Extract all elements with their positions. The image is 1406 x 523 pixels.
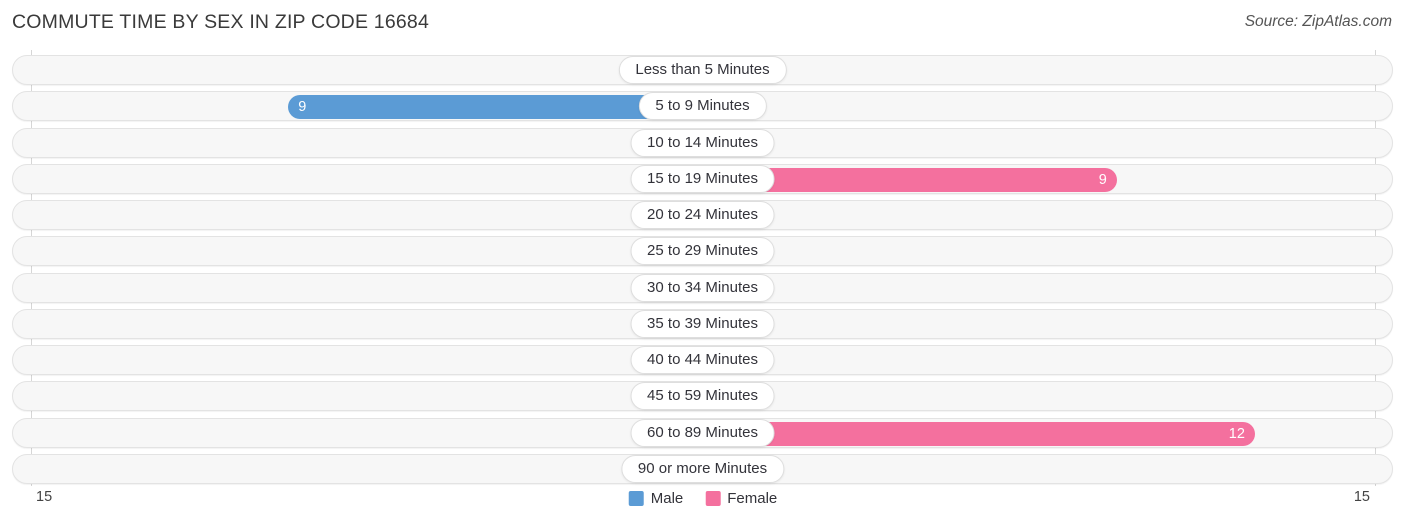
category-label: Less than 5 Minutes xyxy=(618,56,787,84)
bar-track: 01260 to 89 Minutes xyxy=(12,417,1393,448)
legend-item-male[interactable]: Male xyxy=(628,490,684,507)
bar-track: 0090 or more Minutes xyxy=(12,453,1393,484)
category-label: 40 to 44 Minutes xyxy=(630,346,775,374)
chart-plot-area: 00Less than 5 Minutes 905 to 9 Minutes 001… xyxy=(0,50,1406,486)
bar-track: 0040 to 44 Minutes xyxy=(12,345,1393,375)
legend-swatch-icon xyxy=(628,491,644,506)
category-label: 20 to 24 Minutes xyxy=(630,201,775,229)
category-label: 45 to 59 Minutes xyxy=(630,382,775,411)
chart-row: 0010 to 14 Minutes xyxy=(12,127,1393,158)
bar-track: 0035 to 39 Minutes xyxy=(12,308,1393,339)
bar-track: 0010 to 14 Minutes xyxy=(12,127,1393,158)
legend-item-female[interactable]: Female xyxy=(705,490,777,507)
chart-row: 0040 to 44 Minutes xyxy=(12,345,1393,375)
chart-row: 00Less than 5 Minutes xyxy=(12,55,1393,85)
bar-female: 12 xyxy=(702,421,1255,446)
bar-track: 00Less than 5 Minutes xyxy=(12,55,1393,85)
bar-value-female: 9 xyxy=(1098,171,1107,188)
bar-track: 0030 to 34 Minutes xyxy=(12,272,1393,303)
category-label: 10 to 14 Minutes xyxy=(630,128,775,157)
category-label: 15 to 19 Minutes xyxy=(630,164,775,193)
category-label: 25 to 29 Minutes xyxy=(630,237,775,266)
bar-value-female: 12 xyxy=(1228,425,1245,442)
page-title: COMMUTE TIME BY SEX IN ZIP CODE 16684 xyxy=(12,11,430,33)
axis-tick-right: 15 xyxy=(1353,489,1370,505)
chart-legend: Male Female xyxy=(628,490,777,507)
category-label: 30 to 34 Minutes xyxy=(630,273,775,302)
chart-row: 0025 to 29 Minutes xyxy=(12,236,1393,267)
chart-row: 0045 to 59 Minutes xyxy=(12,381,1393,412)
legend-label: Female xyxy=(727,490,778,507)
chart-row: 01260 to 89 Minutes xyxy=(12,417,1393,448)
category-label: 35 to 39 Minutes xyxy=(630,309,775,338)
bar-track: 0045 to 59 Minutes xyxy=(12,381,1393,412)
category-label: 5 to 9 Minutes xyxy=(638,92,767,121)
legend-label: Male xyxy=(650,490,684,507)
chart-row: 0035 to 39 Minutes xyxy=(12,308,1393,339)
chart-row: 905 to 9 Minutes xyxy=(12,91,1393,122)
chart-row: 0020 to 24 Minutes xyxy=(12,200,1393,230)
category-label: 90 or more Minutes xyxy=(620,454,785,483)
bar-track: 0915 to 19 Minutes xyxy=(12,163,1393,194)
chart-row: 0090 or more Minutes xyxy=(12,453,1393,484)
chart-row: 0030 to 34 Minutes xyxy=(12,272,1393,303)
chart-row: 0915 to 19 Minutes xyxy=(12,163,1393,194)
bar-track: 0025 to 29 Minutes xyxy=(12,236,1393,267)
bar-track: 0020 to 24 Minutes xyxy=(12,200,1393,230)
bar-value-male: 9 xyxy=(298,99,307,115)
category-label: 60 to 89 Minutes xyxy=(630,418,775,447)
bar-track: 905 to 9 Minutes xyxy=(12,91,1393,122)
source-attribution: Source: ZipAtlas.com xyxy=(1244,13,1392,30)
chart-footer: 15 15 Male Female xyxy=(0,486,1406,523)
legend-swatch-icon xyxy=(705,491,721,506)
axis-tick-left: 15 xyxy=(36,489,53,505)
